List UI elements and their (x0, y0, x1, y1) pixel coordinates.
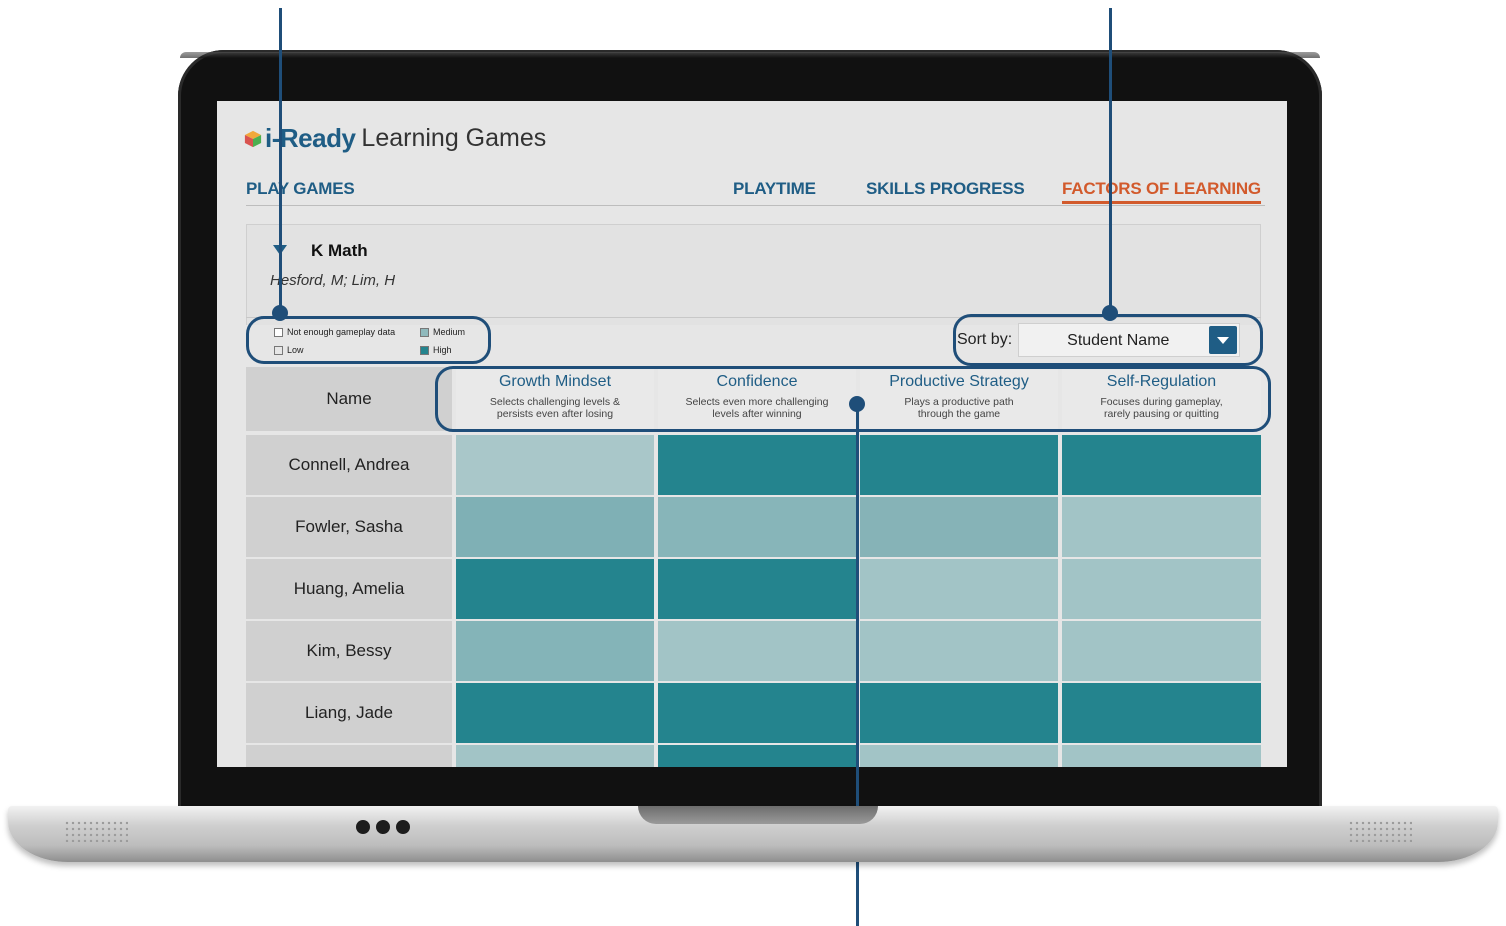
factor-cell[interactable] (860, 559, 1058, 619)
table-row[interactable]: Huang, Amelia (246, 559, 1261, 619)
factor-cell[interactable] (1062, 745, 1261, 767)
callout-box-legend (246, 316, 491, 364)
factor-cell[interactable] (860, 497, 1058, 557)
factor-cell[interactable] (456, 745, 654, 767)
student-name: Fowler, Sasha (246, 497, 452, 557)
factor-cell[interactable] (456, 559, 654, 619)
table-row[interactable] (246, 745, 1261, 767)
more-dots-icon (356, 820, 410, 834)
factor-cell[interactable] (658, 621, 856, 681)
factor-cell[interactable] (860, 683, 1058, 743)
factor-cell[interactable] (658, 559, 856, 619)
factor-cell[interactable] (658, 497, 856, 557)
student-name: Connell, Andrea (246, 435, 452, 495)
factor-cell[interactable] (1062, 621, 1261, 681)
factor-cell[interactable] (456, 497, 654, 557)
app-logo: i-Ready Learning Games (244, 123, 546, 154)
student-name (246, 745, 452, 767)
cube-icon (244, 130, 262, 147)
teacher-names: Hesford, M; Lim, H (270, 272, 396, 289)
table-row[interactable]: Connell, Andrea (246, 435, 1261, 495)
speaker-grille-left (64, 820, 128, 842)
callout-box-sort (953, 314, 1263, 366)
factor-cell[interactable] (658, 435, 856, 495)
callout-dot-columns (849, 396, 865, 412)
nav-play-games[interactable]: PLAY GAMES (246, 179, 355, 199)
student-name: Huang, Amelia (246, 559, 452, 619)
table-row[interactable]: Kim, Bessy (246, 621, 1261, 681)
nav-factors-of-learning[interactable]: FACTORS OF LEARNING (1062, 179, 1261, 204)
nav-skills-progress[interactable]: SKILLS PROGRESS (866, 179, 1025, 199)
main-nav: PLAY GAMES PLAYTIME SKILLS PROGRESS FACT… (246, 179, 1265, 206)
laptop-notch (638, 806, 878, 824)
speaker-grille-right (1348, 820, 1412, 842)
factor-cell[interactable] (1062, 559, 1261, 619)
factor-cell[interactable] (456, 435, 654, 495)
class-title: K Math (311, 241, 368, 260)
product-name: Learning Games (361, 124, 547, 152)
factor-cell[interactable] (860, 621, 1058, 681)
lid-shine (180, 52, 1320, 58)
student-name: Liang, Jade (246, 683, 452, 743)
nav-playtime[interactable]: PLAYTIME (733, 179, 816, 199)
table-row[interactable]: Liang, Jade (246, 683, 1261, 743)
name-column-header[interactable]: Name (246, 367, 452, 431)
factor-cell[interactable] (456, 683, 654, 743)
student-name: Kim, Bessy (246, 621, 452, 681)
callout-line-legend (279, 8, 282, 314)
table-row[interactable]: Fowler, Sasha (246, 497, 1261, 557)
factor-cell[interactable] (658, 683, 856, 743)
factor-cell[interactable] (1062, 683, 1261, 743)
factor-cell[interactable] (1062, 497, 1261, 557)
factor-cell[interactable] (860, 435, 1058, 495)
factor-cell[interactable] (860, 745, 1058, 767)
factor-cell[interactable] (456, 621, 654, 681)
callout-line-sort (1109, 8, 1112, 314)
factor-cell[interactable] (1062, 435, 1261, 495)
app-screen: i-Ready Learning Games PLAY GAMES PLAYTI… (217, 101, 1287, 767)
factor-cell[interactable] (658, 745, 856, 767)
